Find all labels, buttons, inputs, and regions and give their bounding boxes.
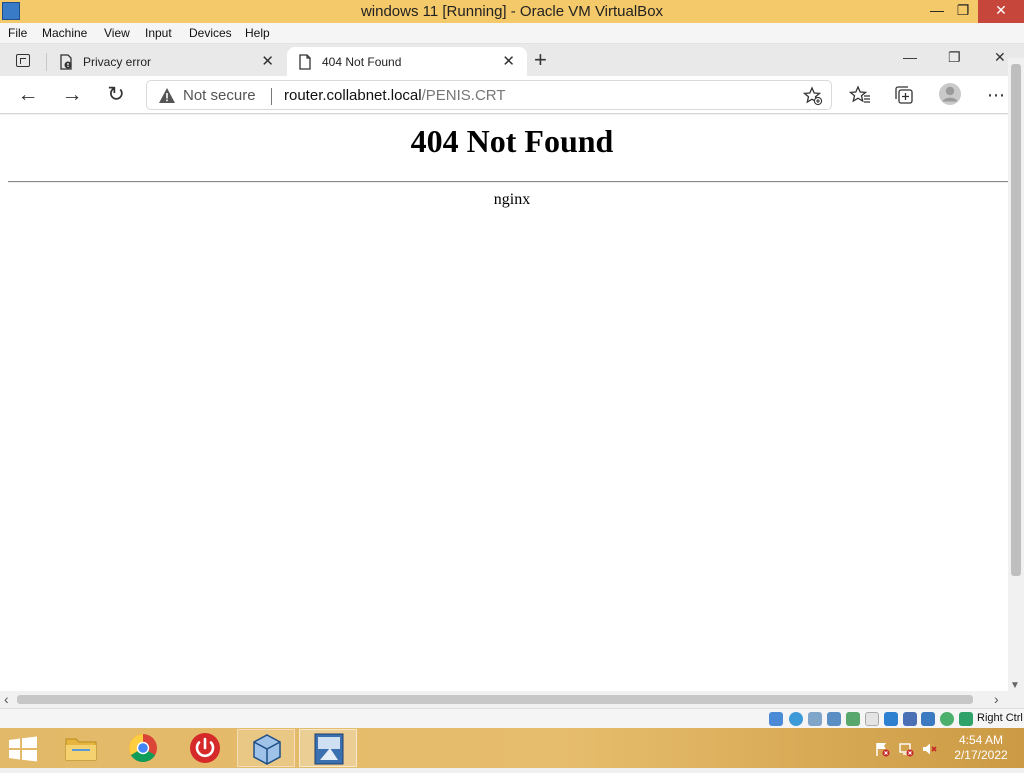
clock-time: 4:54 AM (958, 733, 1004, 747)
menu-input[interactable]: Input (145, 26, 172, 40)
vbox-status-bar: Right Ctrl (0, 708, 1024, 728)
add-favorite-star-icon[interactable] (803, 86, 823, 106)
optical-drive-status-icon[interactable] (789, 712, 803, 726)
forward-arrow-icon[interactable]: → (59, 82, 85, 108)
action-center-flag-icon[interactable] (874, 741, 890, 757)
mouse-integration-status-icon[interactable] (940, 712, 954, 726)
shared-folders-status-icon[interactable] (865, 712, 879, 726)
document-icon (299, 54, 311, 70)
tab-divider (46, 53, 47, 71)
virtualbox-cube-icon (253, 734, 281, 765)
new-tab-plus-icon[interactable]: + (534, 47, 547, 73)
speaker-muted-icon[interactable] (921, 741, 937, 757)
error-heading: 404 Not Found (410, 123, 614, 159)
windows-start-icon[interactable] (7, 736, 39, 762)
settings-more-icon[interactable]: ⋯ (983, 82, 1009, 108)
tab-404-not-found[interactable]: 404 Not Found ✕ (287, 47, 527, 76)
tab-privacy-error[interactable]: Privacy error ✕ (48, 47, 286, 76)
system-clock[interactable]: 4:54 AM 2/17/2022 (948, 733, 1014, 763)
network-disconnected-icon[interactable] (898, 741, 914, 757)
horizontal-scrollbar[interactable]: ‹ › (0, 691, 1024, 708)
display-status-icon[interactable] (884, 712, 898, 726)
tab-close-icon[interactable]: ✕ (261, 52, 274, 70)
power-app-taskbar-button[interactable] (176, 729, 234, 767)
horizontal-scroll-thumb[interactable] (17, 695, 973, 704)
menu-machine[interactable]: Machine (42, 26, 87, 40)
url-path: /PENIS.CRT (421, 87, 506, 104)
menu-view[interactable]: View (104, 26, 130, 40)
folder-icon (65, 738, 97, 761)
clock-date: 2/17/2022 (954, 748, 1008, 762)
file-explorer-taskbar-button[interactable] (52, 729, 110, 767)
host-taskbar: 4:54 AM 2/17/2022 (0, 728, 1024, 768)
not-secure-label[interactable]: Not secure (183, 87, 256, 104)
tab-label: Privacy error (83, 55, 152, 69)
scroll-down-arrow-icon[interactable]: ▼ (1010, 680, 1020, 691)
recording-status-icon[interactable] (903, 712, 917, 726)
back-arrow-icon[interactable]: ← (15, 82, 41, 108)
host-key-label: Right Ctrl (977, 712, 1023, 724)
vbox-title-bar: windows 11 [Running] - Oracle VM Virtual… (0, 0, 1024, 23)
chrome-taskbar-button[interactable] (114, 729, 172, 767)
url-text[interactable]: router.collabnet.local/PENIS.CRT (284, 87, 506, 104)
tab-close-icon[interactable]: ✕ (502, 52, 515, 70)
vbox-close-button[interactable]: ✕ (978, 0, 1024, 23)
menu-help[interactable]: Help (245, 26, 270, 40)
virtualization-status-icon[interactable] (921, 712, 935, 726)
address-bar[interactable]: Not secure router.collabnet.local/PENIS.… (146, 80, 832, 110)
audio-status-icon[interactable] (808, 712, 822, 726)
tab-actions-icon (16, 54, 30, 67)
vm-window-icon (314, 733, 344, 765)
vertical-scroll-thumb[interactable] (1011, 64, 1021, 576)
virtualbox-taskbar-button[interactable] (237, 729, 295, 767)
horizontal-rule (8, 181, 1008, 183)
browser-tab-strip: Privacy error ✕ 404 Not Found ✕ (0, 44, 1024, 76)
warning-triangle-icon (159, 88, 175, 103)
windows-11-vm-taskbar-button[interactable] (299, 729, 357, 767)
browser-toolbar: ← → ↻ Not secure router.collabnet.local/… (0, 76, 1024, 114)
menu-file[interactable]: File (8, 26, 27, 40)
hard-disk-status-icon[interactable] (769, 712, 783, 726)
server-name: nginx (493, 191, 531, 208)
scroll-left-arrow-icon[interactable]: ‹ (4, 691, 9, 707)
refresh-icon[interactable]: ↻ (103, 82, 129, 108)
tab-actions-button[interactable] (8, 51, 38, 71)
url-host: router.collabnet.local (284, 87, 422, 104)
chrome-icon (129, 734, 157, 762)
page-viewport: 404 Not Found nginx (0, 115, 1008, 691)
window-title: windows 11 [Running] - Oracle VM Virtual… (360, 3, 664, 20)
vertical-scrollbar[interactable]: ▼ (1008, 58, 1024, 691)
menu-devices[interactable]: Devices (189, 26, 232, 40)
network-status-icon[interactable] (827, 712, 841, 726)
tab-label: 404 Not Found (322, 55, 402, 69)
profile-avatar-icon[interactable] (938, 82, 962, 106)
browser-close-button[interactable]: ✕ (994, 49, 1006, 66)
browser-restore-button[interactable]: ❐ (948, 49, 961, 66)
document-warning-icon (60, 54, 72, 70)
collections-icon[interactable] (893, 84, 915, 106)
scroll-right-arrow-icon[interactable]: › (994, 691, 999, 707)
favorites-icon[interactable] (849, 84, 871, 106)
address-separator (271, 88, 272, 105)
vbox-restore-button[interactable]: ❐ (948, 0, 978, 23)
browser-minimize-button[interactable]: — (903, 49, 917, 65)
usb-status-icon[interactable] (846, 712, 860, 726)
vbox-menu-bar: File Machine View Input Devices Help (0, 23, 1024, 44)
power-icon (190, 733, 220, 763)
keyboard-status-icon[interactable] (959, 712, 973, 726)
